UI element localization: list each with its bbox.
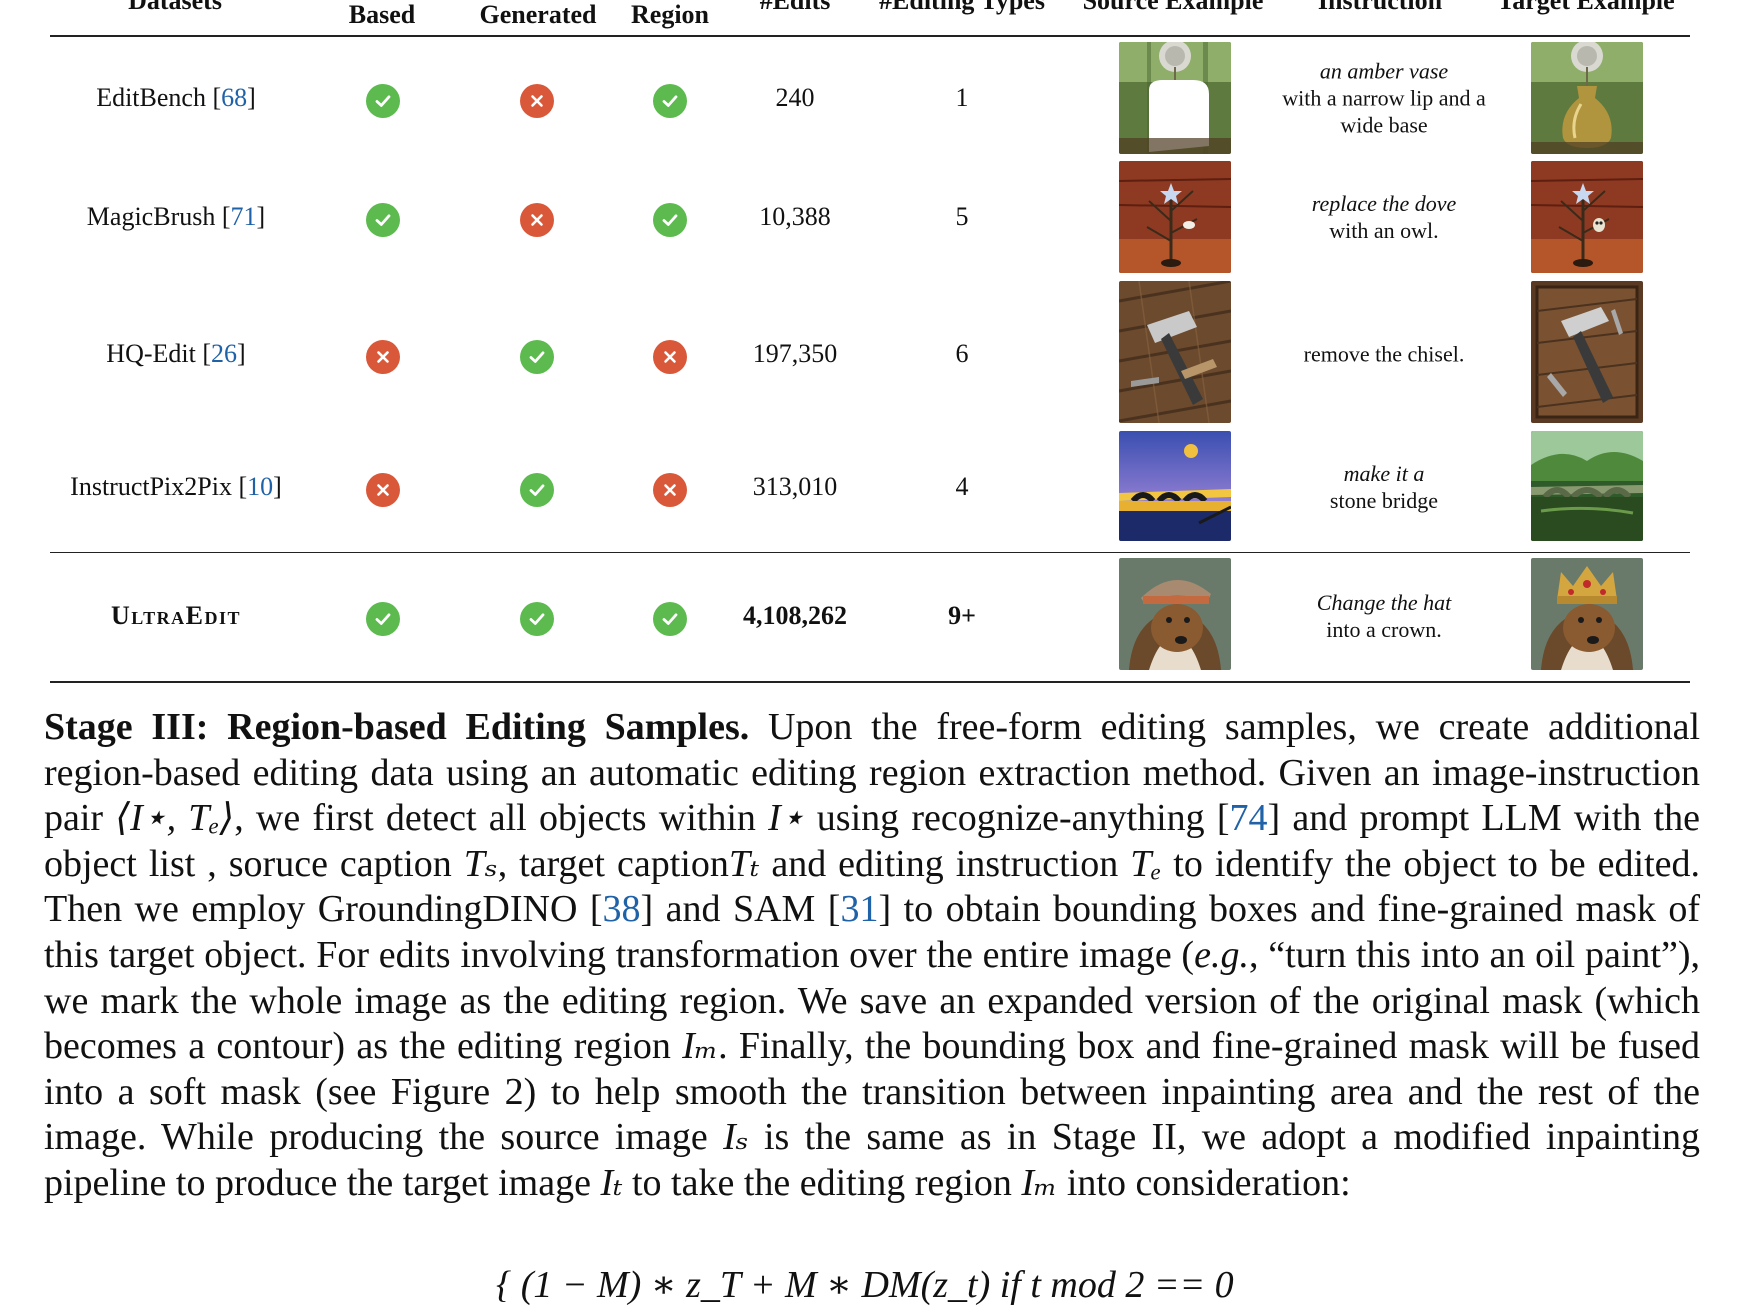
citation-link[interactable]: 10 bbox=[247, 472, 273, 501]
header-editing-region: Region bbox=[631, 0, 709, 29]
editing-types-count: 1 bbox=[955, 83, 969, 112]
table-row: UltraEdit 4,108,262 9+ Change the hat in… bbox=[0, 553, 1743, 681]
cross-icon bbox=[653, 340, 687, 374]
paper-page: Datasets Based Generated Region #Edits #… bbox=[0, 0, 1743, 1306]
math-inline: Iₘ bbox=[1021, 1161, 1058, 1204]
target-example-image bbox=[1531, 161, 1643, 273]
citation-link[interactable]: 31 bbox=[840, 888, 878, 930]
dataset-name: InstructPix2Pix [10] bbox=[70, 472, 282, 501]
edits-count: 240 bbox=[775, 83, 815, 112]
editing-types-count: 5 bbox=[955, 202, 969, 231]
math-inline: Iₛ bbox=[723, 1116, 749, 1159]
table-bottom-rule bbox=[50, 681, 1690, 683]
dataset-name: HQ-Edit [26] bbox=[106, 339, 246, 368]
cross-icon bbox=[366, 473, 400, 507]
math-inline: I⋆ bbox=[768, 797, 805, 840]
instruction-text: make it a stone bridge bbox=[1329, 461, 1439, 513]
math-inline: Tₛ bbox=[463, 842, 498, 885]
header-region-based: Based bbox=[348, 0, 416, 29]
edits-count: 10,388 bbox=[759, 202, 831, 231]
editing-types-count: 6 bbox=[955, 339, 969, 368]
target-example-image bbox=[1531, 42, 1643, 154]
instruction-text: remove the chisel. bbox=[1303, 341, 1465, 367]
header-auto-generated: Generated bbox=[479, 0, 597, 29]
check-icon bbox=[653, 84, 687, 118]
header-datasets: Datasets bbox=[128, 0, 222, 15]
instruction-text: an amber vase with a narrow lip and a wi… bbox=[1282, 58, 1486, 138]
citation-link[interactable]: 71 bbox=[231, 202, 257, 231]
target-example-image bbox=[1531, 558, 1643, 670]
citation-link[interactable]: 68 bbox=[221, 83, 247, 112]
dataset-name: UltraEdit bbox=[111, 601, 241, 630]
check-icon bbox=[366, 203, 400, 237]
source-example-image bbox=[1119, 161, 1231, 273]
target-example-image bbox=[1531, 281, 1643, 423]
equation: { (1 − M) ∗ z_T + M ∗ DM(z_t) if t mod 2… bbox=[496, 1264, 1234, 1306]
target-example-image bbox=[1531, 431, 1643, 541]
citation-link[interactable]: 74 bbox=[1230, 797, 1268, 839]
dataset-name: EditBench [68] bbox=[96, 83, 256, 112]
cross-icon bbox=[520, 84, 554, 118]
math-inline: Tₑ bbox=[1130, 842, 1162, 885]
check-icon bbox=[366, 602, 400, 636]
instruction-text: replace the dove with an owl. bbox=[1311, 191, 1457, 243]
table-row: InstructPix2Pix [10] 313,010 4 make it a… bbox=[0, 427, 1743, 552]
edits-count: 313,010 bbox=[752, 472, 838, 501]
header-instruction: Instruction bbox=[1317, 0, 1443, 15]
citation-link[interactable]: 38 bbox=[603, 888, 641, 930]
instruction-text: Change the hat into a crown. bbox=[1316, 590, 1452, 642]
check-icon bbox=[366, 84, 400, 118]
source-example-image bbox=[1119, 42, 1231, 154]
math-inline: Iₜ bbox=[600, 1161, 623, 1204]
table-row: HQ-Edit [26] 197,350 6 remove the chisel… bbox=[0, 273, 1743, 427]
edits-count: 4,108,262 bbox=[743, 601, 847, 630]
header-source-example: Source Example bbox=[1082, 0, 1264, 15]
math-inline: Iₘ bbox=[682, 1025, 719, 1068]
header-target-example: Target Example bbox=[1497, 0, 1675, 15]
citation-link[interactable]: 26 bbox=[211, 339, 237, 368]
header-edits: #Edits bbox=[759, 0, 831, 15]
paragraph-heading: Stage III: Region-based Editing Samples. bbox=[44, 706, 750, 748]
editing-types-count: 9+ bbox=[948, 601, 976, 630]
check-icon bbox=[520, 473, 554, 507]
table-row: EditBench [68] 240 1 an amber vase with … bbox=[0, 35, 1743, 154]
cross-icon bbox=[520, 203, 554, 237]
table-header: Datasets Based Generated Region #Edits #… bbox=[0, 0, 1743, 34]
stage-iii-paragraph: Stage III: Region-based Editing Samples.… bbox=[44, 706, 1701, 1204]
cross-icon bbox=[366, 340, 400, 374]
dataset-name: MagicBrush [71] bbox=[86, 202, 266, 231]
cross-icon bbox=[653, 473, 687, 507]
table-row: MagicBrush [71] 10,388 5 replace the dov… bbox=[0, 154, 1743, 273]
check-icon bbox=[653, 203, 687, 237]
source-example-image bbox=[1119, 281, 1231, 423]
edits-count: 197,350 bbox=[752, 339, 838, 368]
editing-types-count: 4 bbox=[955, 472, 969, 501]
check-icon bbox=[520, 340, 554, 374]
source-example-image bbox=[1119, 558, 1231, 670]
check-icon bbox=[520, 602, 554, 636]
math-inline: ⟨I⋆, Tₑ⟩ bbox=[115, 797, 235, 840]
check-icon bbox=[653, 602, 687, 636]
math-inline: Tₜ bbox=[728, 842, 760, 885]
header-editing-types: #Editing Types bbox=[879, 0, 1045, 15]
source-example-image bbox=[1119, 431, 1231, 541]
